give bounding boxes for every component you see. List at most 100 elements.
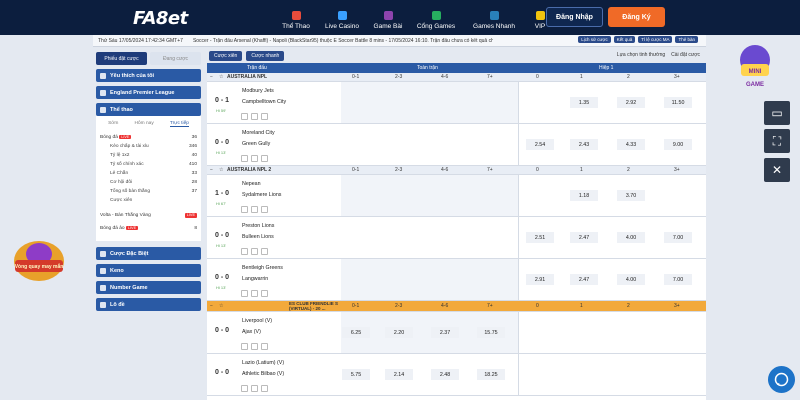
eye-icon[interactable] xyxy=(251,385,258,392)
stats-icon[interactable] xyxy=(261,248,268,255)
bet-settings[interactable]: Cài đặt cược xyxy=(671,52,700,58)
market-item[interactable]: Tỷ số chính xác 410 xyxy=(100,160,197,169)
star-icon[interactable] xyxy=(241,343,248,350)
star-icon[interactable]: ☆ xyxy=(219,74,223,80)
subtab-today[interactable]: Hôm nay xyxy=(135,121,154,127)
league-header[interactable]: − ☆ ES CLUB FRIENDLIE S (VIRTUAL) - 20 ...… xyxy=(207,301,706,312)
register-button[interactable]: Đăng Ký xyxy=(608,7,665,27)
market-item[interactable]: Kèo chấp & tài xỉu 346 xyxy=(100,142,197,151)
nav-live-casino[interactable]: Live Casino xyxy=(316,3,368,33)
market-item[interactable]: Tỷ lệ 1x2 40 xyxy=(100,151,197,160)
sport-volta[interactable]: Volta - Bàn Thắng Vàng LIVE xyxy=(100,211,197,220)
card-button[interactable]: Thẻ bàn xyxy=(675,36,698,43)
nav-games-nhanh[interactable]: Games Nhanh xyxy=(464,3,524,33)
subtab-live[interactable]: Trực tiếp xyxy=(169,121,189,127)
league-header[interactable]: − ☆ AUSTRALIA NPL 2 0-1 2-3 4-6 7+ 0 1 2 3+ xyxy=(207,166,706,175)
collapse-icon[interactable]: − xyxy=(210,303,213,309)
chat-button[interactable] xyxy=(768,366,795,393)
odds-cell[interactable]: 2.47 xyxy=(570,232,598,243)
odds-cell[interactable]: 2.20 xyxy=(385,327,413,338)
teams[interactable]: Liverpool (V) Ajax (V) xyxy=(242,316,272,338)
results-button[interactable]: Kết quả xyxy=(613,36,636,43)
odds-cell[interactable]: 9.00 xyxy=(664,139,692,150)
parlay-filter-button[interactable]: Cược xiên xyxy=(209,51,243,61)
odds-cell[interactable]: 2.54 xyxy=(526,139,554,150)
odds-cell[interactable]: 18.25 xyxy=(477,369,505,380)
odds-cell[interactable]: 4.33 xyxy=(617,139,645,150)
odds-cell[interactable]: 2.51 xyxy=(526,232,554,243)
market-item[interactable]: Tổng số bàn thắng 37 xyxy=(100,187,197,196)
odds-cell[interactable]: 4.00 xyxy=(617,274,645,285)
tab-open-bets[interactable]: Đang cược xyxy=(150,52,201,65)
teams[interactable]: Nepean Sydalmere Lions xyxy=(242,179,281,201)
nav-the-thao[interactable]: Thể Thao xyxy=(276,3,316,33)
teams[interactable]: Preston Lions Bulleen Lions xyxy=(242,221,274,243)
odds-cell[interactable]: 1.18 xyxy=(570,190,598,201)
stats-icon[interactable] xyxy=(261,385,268,392)
odds-cell[interactable]: 3.70 xyxy=(617,190,645,201)
star-icon[interactable] xyxy=(241,155,248,162)
subtab-early[interactable]: Sớm xyxy=(108,121,118,127)
odds-cell[interactable]: 6.25 xyxy=(342,327,370,338)
eye-icon[interactable] xyxy=(251,155,258,162)
sidebar-lode[interactable]: Lô đề xyxy=(96,298,201,311)
sport-virtual[interactable]: Bóng đá ảo LIVE 8 xyxy=(100,224,197,233)
teams[interactable]: Bentleigh Greens Langwarrin xyxy=(242,263,283,285)
teams[interactable]: Moreland City Green Gully xyxy=(242,128,275,150)
market-item[interactable]: Lẻ Chẵn 33 xyxy=(100,169,197,178)
eye-icon[interactable] xyxy=(251,343,258,350)
star-icon[interactable] xyxy=(241,248,248,255)
market-item[interactable]: Cược xiên xyxy=(100,196,197,205)
odds-cell[interactable]: 2.92 xyxy=(617,97,645,108)
stats-icon[interactable] xyxy=(261,290,268,297)
odds-cell[interactable]: 4.00 xyxy=(617,232,645,243)
teams[interactable]: Lazio (Latium) (V) Athletic Bilbao (V) xyxy=(242,358,284,380)
odds-cell[interactable]: 7.00 xyxy=(664,232,692,243)
eye-icon[interactable] xyxy=(251,290,258,297)
sidebar-special[interactable]: Cược Đặc Biệt xyxy=(96,247,201,260)
star-icon[interactable] xyxy=(241,206,248,213)
stats-icon[interactable] xyxy=(261,343,268,350)
odds-cell[interactable]: 2.43 xyxy=(570,139,598,150)
odds-cell[interactable]: 15.75 xyxy=(477,327,505,338)
stats-icon[interactable] xyxy=(261,113,268,120)
close-button[interactable]: ✕ xyxy=(764,158,790,182)
odds-cell[interactable]: 5.75 xyxy=(342,369,370,380)
stats-icon[interactable] xyxy=(261,206,268,213)
odds-cell[interactable]: 2.47 xyxy=(570,274,598,285)
collapse-icon[interactable]: − xyxy=(210,167,213,173)
odds-cell[interactable]: 2.37 xyxy=(431,327,459,338)
sidebar-sports[interactable]: Thể thao xyxy=(96,103,201,116)
league-header[interactable]: − ☆ AUSTRALIA NPL 0-1 2-3 4-6 7+ 0 1 2 3+ xyxy=(207,73,706,82)
odds-cell[interactable]: 1.35 xyxy=(570,97,598,108)
star-icon[interactable] xyxy=(241,290,248,297)
odds-type-button[interactable]: Tỉ lệ cược MA xyxy=(638,36,673,43)
camera-button[interactable]: ▭ xyxy=(764,101,790,125)
tab-bet-slip[interactable]: Phiếu đặt cược xyxy=(96,52,147,65)
select-option[interactable]: Lựa chọn tinh thường xyxy=(617,52,665,58)
sidebar-number-game[interactable]: Number Game xyxy=(96,281,201,294)
lucky-wheel-promo[interactable]: Vòng quay may mắn xyxy=(12,238,66,284)
expand-button[interactable]: ⛶ xyxy=(764,129,790,153)
eye-icon[interactable] xyxy=(251,113,258,120)
login-button[interactable]: Đăng Nhập xyxy=(546,7,603,27)
sidebar-favorites[interactable]: Yêu thích của tôi xyxy=(96,69,201,82)
nav-game-bai[interactable]: Game Bài xyxy=(368,3,408,33)
odds-cell[interactable]: 7.00 xyxy=(664,274,692,285)
star-icon[interactable] xyxy=(241,113,248,120)
odds-cell[interactable]: 2.48 xyxy=(431,369,459,380)
quick-bet-toggle[interactable]: Cược nhanh xyxy=(246,51,285,61)
fabet-logo[interactable]: FA8et xyxy=(133,8,188,29)
collapse-icon[interactable]: − xyxy=(210,74,213,80)
star-icon[interactable] xyxy=(241,385,248,392)
minigame-icon[interactable]: MINI GAME xyxy=(735,42,775,94)
sidebar-keno[interactable]: Keno xyxy=(96,264,201,277)
star-icon[interactable]: ☆ xyxy=(219,303,223,309)
teams[interactable]: Modbury Jets Campbelltown City xyxy=(242,86,286,108)
eye-icon[interactable] xyxy=(251,206,258,213)
eye-icon[interactable] xyxy=(251,248,258,255)
star-icon[interactable]: ☆ xyxy=(219,167,223,173)
market-item[interactable]: Cơ hội đôi 28 xyxy=(100,178,197,187)
bet-history-button[interactable]: Lịch sử cược xyxy=(578,36,611,43)
odds-cell[interactable]: 2.91 xyxy=(526,274,554,285)
